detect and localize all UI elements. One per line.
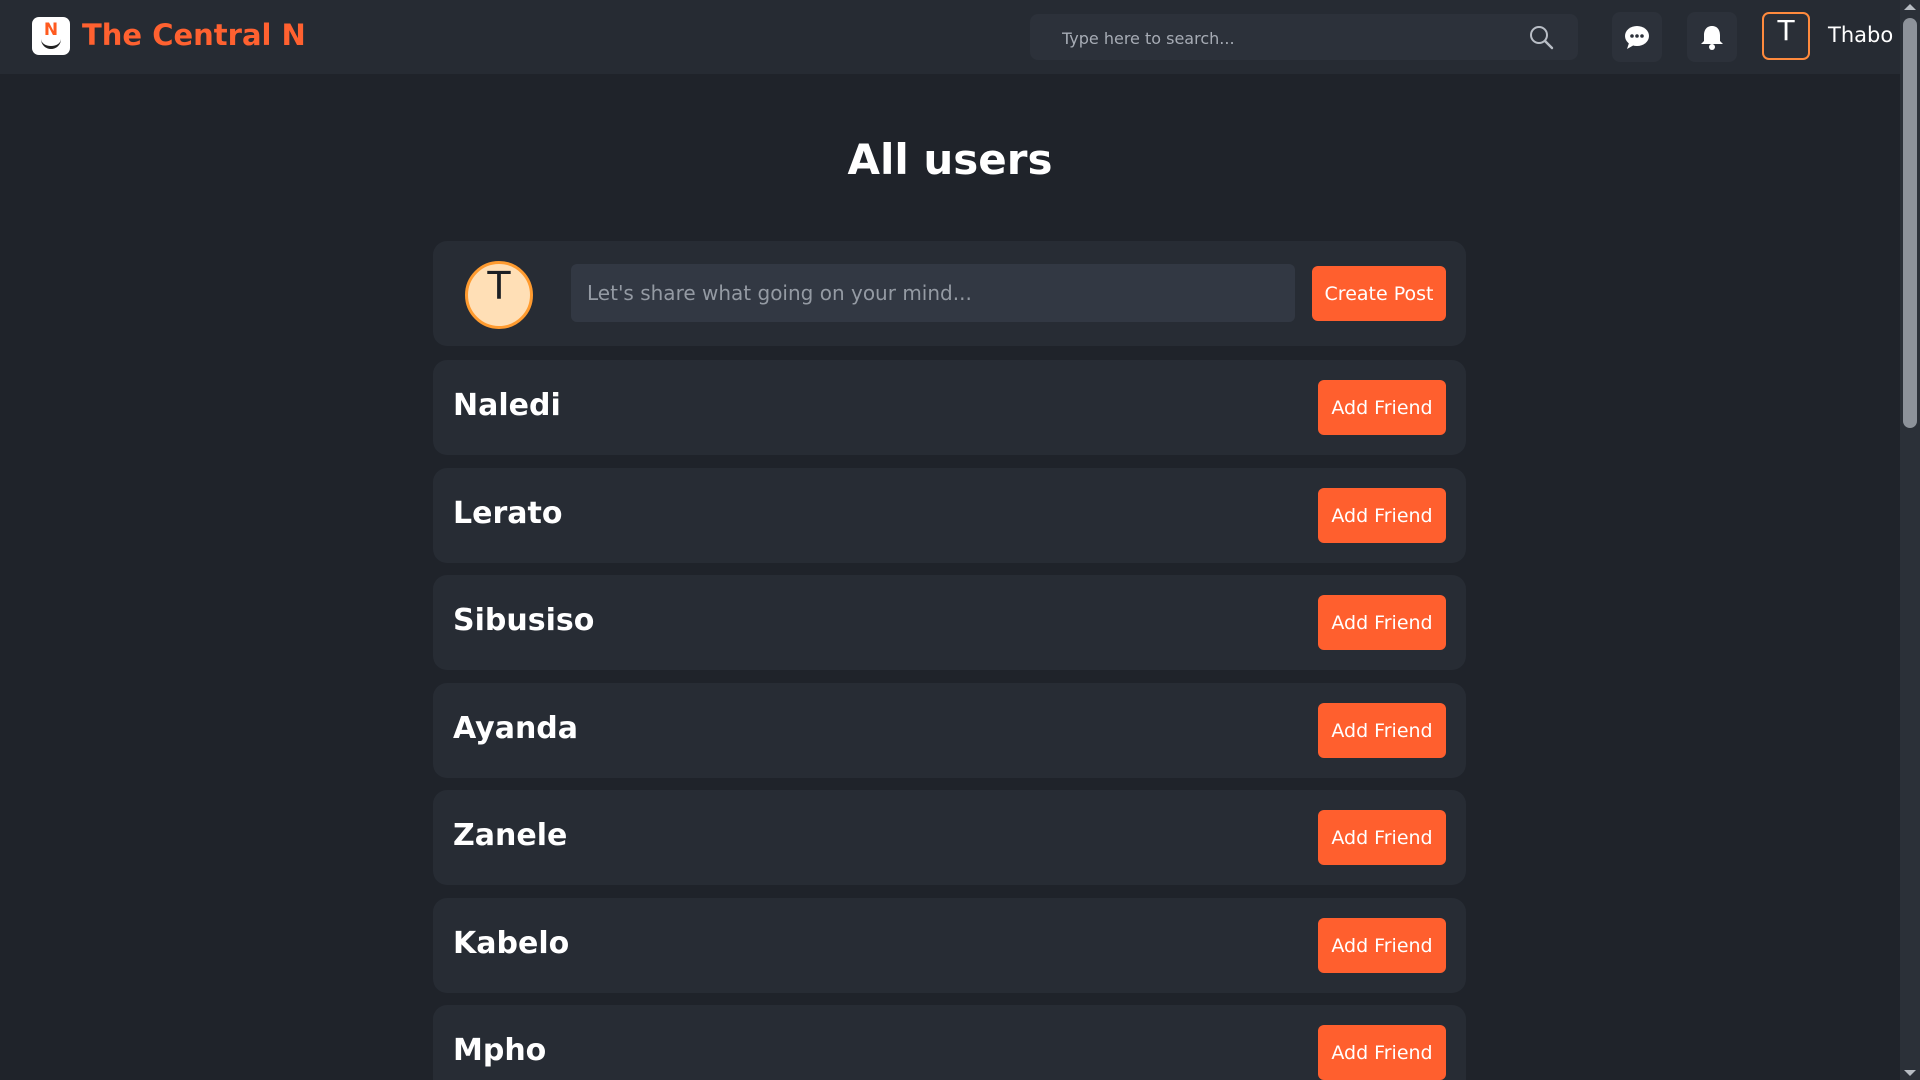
logo-smile — [41, 36, 61, 49]
page-title: All users — [847, 135, 1053, 184]
user-name: Kabelo — [453, 926, 570, 961]
add-friend-button[interactable]: Add Friend — [1318, 488, 1446, 543]
notifications-button[interactable] — [1687, 12, 1737, 62]
top-navbar: N The Central N T Thabo — [0, 0, 1900, 74]
add-friend-button[interactable]: Add Friend — [1318, 703, 1446, 758]
user-card: Naledi Add Friend — [433, 360, 1466, 455]
user-card: Kabelo Add Friend — [433, 898, 1466, 993]
chat-icon — [1625, 26, 1649, 49]
messages-button[interactable] — [1612, 12, 1662, 62]
add-friend-button[interactable]: Add Friend — [1318, 810, 1446, 865]
user-name: Lerato — [453, 496, 563, 531]
search-icon[interactable] — [1528, 24, 1554, 50]
scroll-up-arrow-icon[interactable] — [1904, 4, 1916, 10]
bell-icon — [1701, 26, 1723, 50]
user-name: Mpho — [453, 1033, 547, 1068]
add-friend-button[interactable]: Add Friend — [1318, 380, 1446, 435]
add-friend-button[interactable]: Add Friend — [1318, 918, 1446, 973]
search-input[interactable] — [1060, 14, 1524, 62]
brand-name[interactable]: The Central N — [82, 18, 306, 52]
create-post-button[interactable]: Create Post — [1312, 266, 1446, 321]
scroll-thumb[interactable] — [1903, 18, 1917, 428]
add-friend-button[interactable]: Add Friend — [1318, 1025, 1446, 1080]
page-scrollbar[interactable] — [1900, 0, 1920, 1080]
user-avatar[interactable]: T — [1762, 12, 1810, 60]
user-name: Sibusiso — [453, 603, 595, 638]
add-friend-button[interactable]: Add Friend — [1318, 595, 1446, 650]
user-name: Naledi — [453, 388, 561, 423]
logo-icon[interactable]: N — [32, 17, 70, 55]
scroll-down-arrow-icon[interactable] — [1904, 1070, 1916, 1076]
user-name: Zanele — [453, 818, 568, 853]
user-card: Mpho Add Friend — [433, 1005, 1466, 1080]
username-label[interactable]: Thabo — [1828, 23, 1893, 47]
post-input[interactable] — [571, 264, 1295, 322]
search-bar — [1030, 14, 1578, 62]
user-card: Zanele Add Friend — [433, 790, 1466, 885]
user-card: Sibusiso Add Friend — [433, 575, 1466, 670]
composer-avatar: T — [465, 261, 533, 329]
user-name: Ayanda — [453, 711, 579, 746]
user-card: Ayanda Add Friend — [433, 683, 1466, 778]
user-card: Lerato Add Friend — [433, 468, 1466, 563]
post-composer: T Create Post — [433, 241, 1466, 346]
